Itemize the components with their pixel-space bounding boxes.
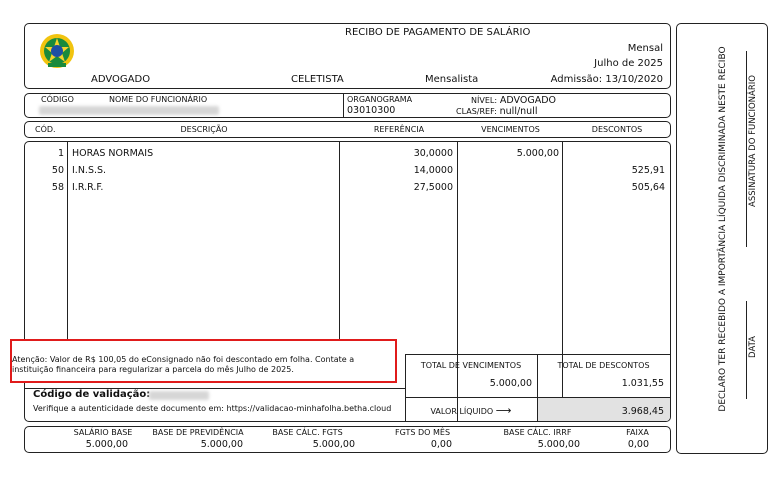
- row-code: 1: [57, 148, 64, 159]
- clasref: CLAS/REF: null/null: [456, 106, 537, 117]
- signature-line: [746, 51, 747, 247]
- code-label: CÓDIGO: [41, 95, 74, 104]
- notice-line-1: Atenção: Valor de R$ 100,05 do eConsigna…: [12, 355, 355, 364]
- date-line: [746, 301, 747, 399]
- fgts-base-label: BASE CÁLC. FGTS: [272, 428, 343, 437]
- receipt-type: Mensal: [627, 43, 663, 54]
- position: ADVOGADO: [91, 74, 151, 85]
- header-box: RECIBO DE PAGAMENTO DE SALÁRIO Mensal Ju…: [24, 23, 671, 89]
- clasref-value: null/null: [499, 106, 538, 117]
- redacted-employee-name: [39, 106, 219, 115]
- divider: [343, 94, 344, 117]
- admission-label: Admissão:: [550, 74, 603, 85]
- net-value-label: VALOR LÍQUIDO ⟶: [405, 404, 537, 417]
- brazil-coat-of-arms-icon: [40, 34, 74, 68]
- row-code: 58: [51, 182, 64, 193]
- row-description: HORAS NORMAIS: [72, 148, 154, 159]
- category: Mensalista: [425, 74, 479, 85]
- prev-base-label: BASE DE PREVIDÊNCIA: [152, 428, 244, 437]
- column-header-box: CÓD. DESCRIÇÃO REFERÊNCIA VENCIMENTOS DE…: [24, 121, 671, 138]
- validation-label: Código de validação:: [33, 389, 151, 400]
- row-description: I.R.R.F.: [72, 182, 104, 193]
- total-earnings-value: 5.000,00: [489, 378, 532, 389]
- total-deductions-value: 1.031,55: [621, 378, 664, 389]
- row-deductions: 505,64: [631, 182, 665, 193]
- table-row: 58 I.R.R.F. 27,5000 505,64: [25, 182, 670, 196]
- net-label-text: VALOR LÍQUIDO: [430, 407, 494, 416]
- salary-base-value: 5.000,00: [85, 439, 128, 450]
- arrow-right-icon: ⟶: [495, 404, 512, 417]
- total-deductions-label: TOTAL DE DESCONTOS: [557, 361, 650, 370]
- fgts-base-value: 5.000,00: [312, 439, 355, 450]
- fgts-month-value: 0,00: [430, 439, 452, 450]
- econsignado-notice: Atenção: Valor de R$ 100,05 do eConsigna…: [10, 339, 397, 383]
- level-label: NÍVEL:: [471, 96, 498, 105]
- row-reference: 14,0000: [413, 165, 453, 176]
- row-description: I.N.S.S.: [72, 165, 107, 176]
- employee-name-label: NOME DO FUNCIONÁRIO: [109, 95, 208, 104]
- signature-label: ASSINATURA DO FUNCIONÁRIO: [748, 75, 758, 207]
- prev-base-value: 5.000,00: [200, 439, 243, 450]
- net-value: 3.968,45: [621, 406, 664, 417]
- organogram-value: 03010300: [347, 105, 396, 116]
- faixa-label: FAIXA: [626, 428, 649, 437]
- irrf-base-value: 5.000,00: [537, 439, 580, 450]
- date-label: DATA: [748, 336, 758, 358]
- faixa-value: 0,00: [627, 439, 649, 450]
- row-reference: 27,5000: [413, 182, 453, 193]
- row-earnings: 5.000,00: [516, 148, 559, 159]
- salary-base-label: SALÁRIO BASE: [73, 428, 133, 437]
- notice-line-2: instituição financeira para regularizar …: [12, 365, 294, 374]
- total-earnings-label: TOTAL DE VENCIMENTOS: [420, 361, 522, 370]
- fgts-month-label: FGTS DO MÊS: [394, 428, 451, 437]
- redacted-validation-code: [149, 391, 209, 400]
- employee-box: CÓDIGO NOME DO FUNCIONÁRIO ORGANOGRAMA 0…: [24, 93, 671, 118]
- table-row: 50 I.N.S.S. 14,0000 525,91: [25, 165, 670, 179]
- level-value: ADVOGADO: [499, 95, 557, 106]
- receipt-period: Julho de 2025: [594, 58, 663, 69]
- organogram-label: ORGANOGRAMA: [347, 95, 413, 104]
- main-box: 1 HORAS NORMAIS 30,0000 5.000,00 50 I.N.…: [10, 141, 671, 422]
- row-code: 50: [51, 165, 64, 176]
- row-deductions: 525,91: [631, 165, 665, 176]
- row-reference: 30,0000: [413, 148, 453, 159]
- bases-box: SALÁRIO BASE 5.000,00 BASE DE PREVIDÊNCI…: [24, 426, 671, 453]
- col-description-header: DESCRIÇÃO: [180, 125, 228, 134]
- col-deductions-header: DESCONTOS: [591, 125, 643, 134]
- regime: CELETISTA: [291, 74, 344, 85]
- col-reference-header: REFERÊNCIA: [373, 125, 425, 134]
- admission-date: 13/10/2020: [605, 74, 663, 85]
- col-earnings-header: VENCIMENTOS: [481, 125, 540, 134]
- admission: Admissão: 13/10/2020: [551, 74, 663, 85]
- irrf-base-label: BASE CÁLC. IRRF: [503, 428, 572, 437]
- receipt-title: RECIBO DE PAGAMENTO DE SALÁRIO: [345, 27, 531, 38]
- clasref-label: CLAS/REF:: [456, 107, 497, 116]
- validation-text: Verifique a autenticidade deste document…: [33, 404, 392, 413]
- table-row: 1 HORAS NORMAIS 30,0000 5.000,00: [25, 148, 670, 162]
- receipt-stub: DECLARO TER RECEBIDO A IMPORTÂNCIA LÍQUI…: [676, 23, 768, 454]
- receipt-declaration: DECLARO TER RECEBIDO A IMPORTÂNCIA LÍQUI…: [718, 46, 728, 412]
- col-code-header: CÓD.: [35, 125, 56, 134]
- level: NÍVEL: ADVOGADO: [471, 95, 556, 106]
